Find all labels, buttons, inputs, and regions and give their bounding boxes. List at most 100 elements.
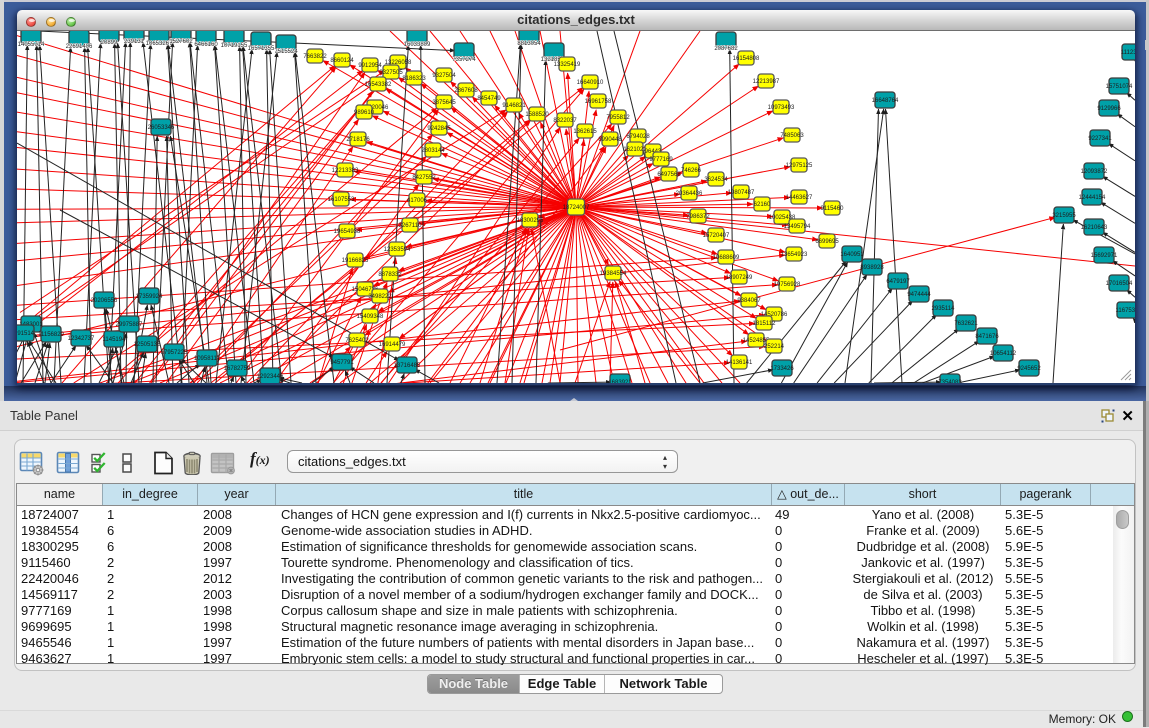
svg-text:10958117: 10958117 [194, 356, 221, 362]
svg-text:19166825: 19166825 [342, 258, 369, 264]
svg-text:8938928: 8938928 [860, 265, 884, 271]
svg-text:1362615: 1362615 [573, 129, 597, 135]
svg-text:8990448: 8990448 [598, 137, 622, 143]
svg-text:1112334: 1112334 [1121, 50, 1135, 56]
svg-text:6497568: 6497568 [657, 172, 681, 178]
svg-text:9129966: 9129966 [1097, 106, 1121, 112]
svg-text:15409348: 15409348 [357, 314, 384, 320]
svg-text:8813054: 8813054 [517, 41, 541, 47]
svg-text:12975125: 12975125 [786, 163, 813, 169]
svg-text:8427552: 8427552 [412, 175, 436, 181]
svg-text:11156829: 11156829 [38, 332, 64, 338]
svg-text:22691406: 22691406 [66, 44, 93, 50]
svg-text:6479197: 6479197 [886, 279, 910, 285]
svg-text:17016504: 17016504 [1106, 281, 1133, 287]
svg-text:8322037: 8322037 [553, 118, 577, 124]
svg-text:19756928: 19756928 [774, 282, 801, 288]
svg-text:1167534: 1167534 [1116, 308, 1135, 314]
svg-text:19384554: 19384554 [600, 271, 627, 277]
svg-text:14463627: 14463627 [786, 195, 813, 201]
svg-text:15720407: 15720407 [703, 233, 730, 239]
svg-text:16154808: 16154808 [733, 56, 760, 62]
svg-text:1527602: 1527602 [169, 39, 193, 45]
svg-text:20899: 20899 [101, 40, 118, 46]
svg-text:8878332: 8878332 [378, 272, 402, 278]
svg-text:10654112: 10654112 [990, 351, 1017, 357]
svg-text:29975887: 29975887 [116, 322, 143, 328]
svg-text:18300295: 18300295 [517, 218, 544, 224]
svg-text:10688609: 10688609 [713, 255, 740, 261]
svg-text:7663822: 7663822 [303, 54, 327, 60]
svg-text:3215955: 3215955 [1052, 213, 1076, 219]
svg-text:12342737: 12342737 [68, 336, 95, 342]
svg-text:9777169: 9777169 [649, 157, 673, 163]
svg-text:7986372: 7986372 [686, 214, 710, 220]
svg-text:1733426: 1733426 [770, 366, 794, 372]
svg-text:989610: 989610 [354, 110, 375, 116]
svg-text:12353594: 12353594 [384, 247, 411, 253]
svg-text:18724007: 18724007 [563, 205, 590, 211]
svg-text:6466160: 6466160 [194, 42, 218, 48]
svg-text:13495794: 13495794 [784, 224, 811, 230]
svg-text:1640951: 1640951 [840, 252, 864, 258]
svg-text:746266: 746266 [681, 168, 702, 174]
svg-text:252214: 252214 [764, 344, 785, 350]
svg-text:7625402: 7625402 [345, 338, 369, 344]
svg-text:15751074: 15751074 [1106, 84, 1133, 90]
svg-text:16914479: 16914479 [379, 342, 406, 348]
svg-text:16107553: 16107553 [328, 197, 355, 203]
svg-text:9227341: 9227341 [1088, 136, 1112, 142]
svg-text:9327505: 9327505 [379, 70, 403, 76]
svg-text:417006: 417006 [407, 198, 428, 204]
svg-text:8471676: 8471676 [975, 334, 999, 340]
svg-text:14055714: 14055714 [18, 42, 45, 48]
svg-text:16640910: 16640910 [577, 80, 604, 86]
svg-text:2718176: 2718176 [346, 137, 370, 143]
svg-text:10807487: 10807487 [728, 190, 755, 196]
svg-text:8186323: 8186323 [402, 76, 426, 82]
svg-text:2867608: 2867608 [454, 88, 478, 94]
svg-text:7955812: 7955812 [606, 115, 630, 121]
svg-text:2803144: 2803144 [421, 148, 445, 154]
svg-text:26053346: 26053346 [148, 125, 175, 131]
svg-text:16648764: 16648764 [872, 98, 899, 104]
svg-text:9115460: 9115460 [821, 206, 845, 212]
svg-text:2087682: 2087682 [714, 46, 738, 52]
svg-text:1588520: 1588520 [525, 112, 549, 118]
svg-text:3875645: 3875645 [432, 100, 456, 106]
svg-text:12505135: 12505135 [134, 342, 161, 348]
svg-text:17359924: 17359924 [136, 294, 163, 300]
svg-text:9146821: 9146821 [502, 103, 526, 109]
svg-text:6699695: 6699695 [815, 239, 839, 245]
svg-text:62160: 62160 [754, 202, 771, 208]
svg-text:1145194: 1145194 [103, 337, 127, 343]
svg-text:6794028: 6794028 [626, 134, 650, 140]
svg-text:8454749: 8454749 [477, 96, 501, 102]
svg-text:16033809: 16033809 [404, 42, 431, 48]
svg-text:9242845: 9242845 [427, 126, 451, 132]
svg-text:9384067: 9384067 [737, 298, 761, 304]
svg-text:16782759: 16782759 [224, 366, 251, 372]
svg-text:16210643: 16210643 [1081, 225, 1108, 231]
svg-text:12213987: 12213987 [753, 79, 780, 85]
svg-text:2935114: 2935114 [932, 306, 956, 312]
svg-text:239131: 239131 [124, 39, 145, 45]
svg-text:12093872: 12093872 [1081, 169, 1108, 175]
svg-text:10973493: 10973493 [768, 105, 795, 111]
svg-text:13716485: 13716485 [394, 363, 421, 369]
svg-text:9474444: 9474444 [907, 292, 931, 298]
svg-text:1815112: 1815112 [753, 321, 777, 327]
svg-text:14136141: 14136141 [726, 360, 753, 366]
svg-text:13325419: 13325419 [554, 62, 581, 68]
svg-text:12444154: 12444154 [1079, 195, 1106, 201]
svg-text:20364436: 20364436 [676, 191, 703, 197]
svg-text:18907249: 18907249 [726, 275, 753, 281]
svg-text:16543382: 16543382 [365, 82, 392, 88]
svg-text:9245652: 9245652 [1017, 366, 1041, 372]
svg-text:12923446: 12923446 [257, 374, 284, 380]
svg-text:9912954: 9912954 [358, 63, 382, 69]
svg-text:3267110: 3267110 [399, 223, 423, 229]
svg-text:17957225: 17957225 [161, 350, 188, 356]
svg-text:20206556: 20206556 [91, 298, 118, 304]
svg-text:10719155: 10719155 [221, 43, 248, 49]
